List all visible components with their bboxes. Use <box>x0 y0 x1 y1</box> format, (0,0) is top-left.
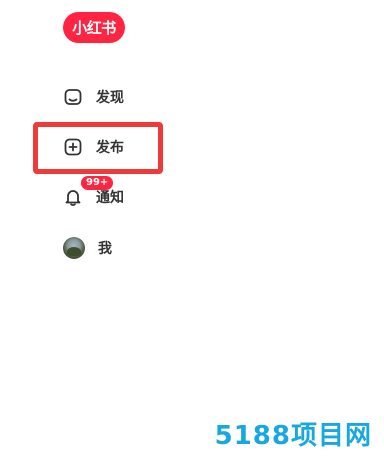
plus-square-icon <box>63 137 83 157</box>
nav-item-notifications-label: 通知 <box>96 190 124 206</box>
brand-logo[interactable]: 小红书 <box>63 12 125 43</box>
brand-logo-text: 小红书 <box>72 19 116 37</box>
nav-item-publish-label: 发布 <box>96 140 124 156</box>
page: 小红书 发现 发布 通知 99+ 我 5188项目网 <box>0 0 384 458</box>
nav-item-discover-label: 发现 <box>96 90 124 106</box>
nav-item-publish[interactable]: 发布 <box>63 135 124 159</box>
nav-item-me-label: 我 <box>98 241 112 257</box>
avatar <box>63 237 85 259</box>
watermark: 5188项目网 <box>214 421 372 451</box>
notification-count-badge: 99+ <box>81 176 114 190</box>
home-icon <box>63 87 83 107</box>
nav-item-discover[interactable]: 发现 <box>63 85 124 109</box>
bell-icon <box>63 187 83 207</box>
nav-item-me[interactable]: 我 <box>63 236 112 260</box>
